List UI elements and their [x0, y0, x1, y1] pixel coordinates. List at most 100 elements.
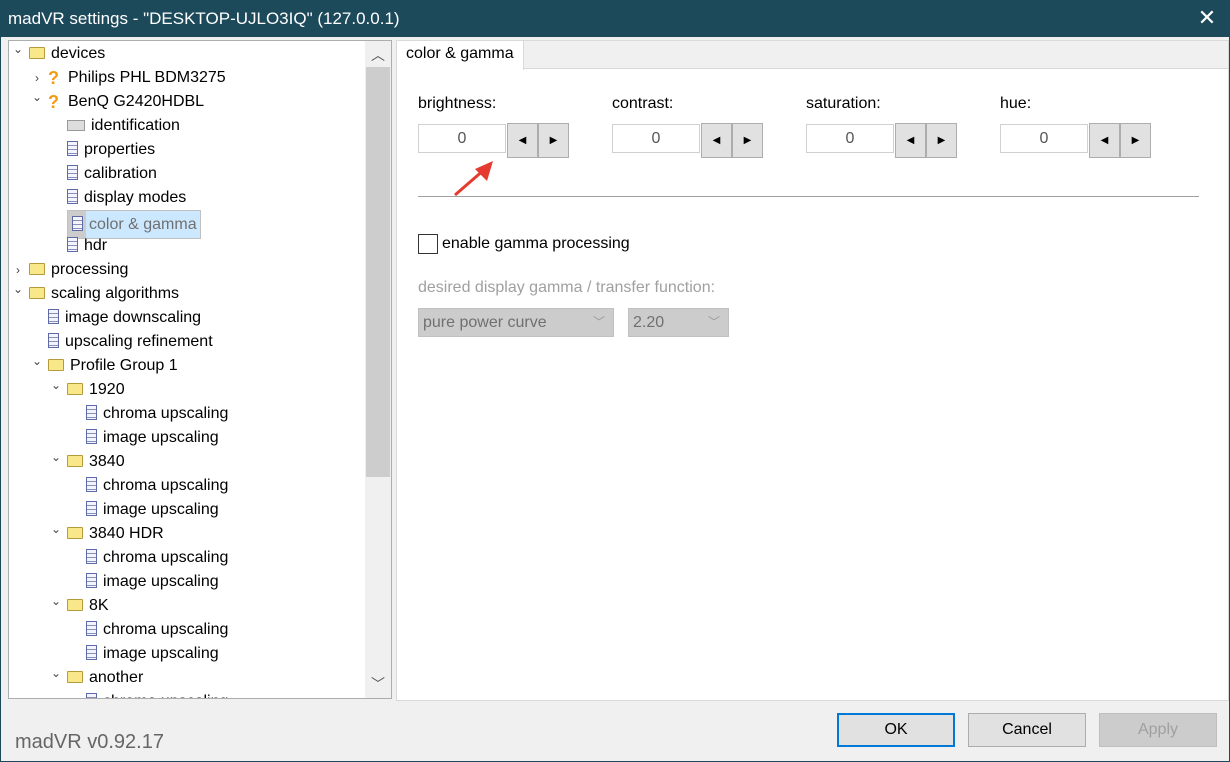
tree-item[interactable]: ⌄ Profile Group 1 — [32, 354, 181, 378]
gamma-function-label: desired display gamma / transfer functio… — [418, 279, 716, 296]
cancel-button[interactable]: Cancel — [968, 713, 1086, 747]
scroll-down-icon[interactable]: ﹀ — [365, 672, 391, 696]
tab-color-gamma[interactable]: color & gamma — [397, 41, 524, 70]
tree-item[interactable]: › processing — [16, 258, 131, 282]
curve-select-value: pure power curve — [423, 314, 547, 331]
id-card-icon — [67, 120, 85, 132]
triangle-left-icon: ◀ — [906, 135, 915, 146]
tree-item[interactable]: upscaling refinement — [48, 330, 216, 354]
tree-item-label: image upscaling — [103, 429, 219, 446]
tree-item[interactable]: hdr — [67, 234, 110, 258]
tree-item-label: hdr — [84, 237, 108, 254]
tree-item[interactable]: ⌄ scaling algorithms — [13, 282, 182, 306]
tree-item[interactable]: ›? Philips PHL BDM3275 — [35, 66, 229, 90]
page-icon — [72, 216, 83, 232]
tree-item[interactable]: chroma upscaling — [86, 618, 231, 642]
chevron-down-icon: ﹀ — [707, 315, 720, 329]
page-icon — [86, 549, 97, 565]
tree-item-label: 1920 — [89, 381, 125, 398]
tab-strip: color & gamma — [397, 41, 1228, 70]
tree-item[interactable]: chroma upscaling — [86, 402, 231, 426]
tree-item[interactable]: ⌄ 3840 — [51, 450, 128, 474]
chevron-down-icon[interactable]: ⌄ — [12, 41, 24, 61]
curve-select[interactable]: pure power curve ﹀ — [418, 308, 614, 337]
tree-item[interactable]: ⌄ devices — [13, 42, 108, 66]
increment-button[interactable]: ▶ — [1120, 123, 1151, 158]
increment-button[interactable]: ▶ — [538, 123, 569, 158]
spinner-input[interactable]: 0 — [612, 124, 700, 153]
folder-icon — [29, 262, 45, 275]
tree-item[interactable]: image upscaling — [86, 570, 222, 594]
chevron-down-icon[interactable]: ⌄ — [31, 349, 43, 373]
folder-icon — [67, 670, 83, 683]
gamma-select[interactable]: 2.20 ﹀ — [628, 308, 729, 337]
decrement-button[interactable]: ◀ — [701, 123, 732, 158]
tree-scrollbar[interactable]: ︿ ﹀ — [365, 41, 391, 698]
tree-item-label: BenQ G2420HDBL — [68, 93, 205, 111]
tree-item-label: 8K — [89, 597, 109, 614]
triangle-right-icon: ▶ — [549, 135, 558, 146]
tree-item[interactable]: calibration — [67, 162, 160, 186]
chevron-down-icon[interactable]: ⌄ — [50, 589, 62, 613]
tree-item[interactable]: display modes — [67, 186, 189, 210]
folder-icon — [67, 598, 83, 611]
folder-icon — [29, 46, 45, 59]
chevron-down-icon[interactable]: ⌄ — [50, 517, 62, 541]
spinner-label: brightness: — [418, 95, 497, 112]
tree-item-label: chroma upscaling — [103, 477, 229, 494]
close-icon[interactable]: ✕ — [1184, 0, 1230, 37]
chevron-down-icon[interactable]: ⌄ — [31, 85, 43, 109]
page-icon — [86, 477, 97, 493]
question-icon: ? — [48, 68, 59, 88]
version-label: madVR v0.92.17 — [15, 731, 164, 753]
tree-item-label: image upscaling — [103, 645, 219, 662]
apply-button[interactable]: Apply — [1099, 713, 1217, 747]
tree-item[interactable]: ⌄ another — [51, 666, 146, 690]
gamma-processing-checkbox[interactable] — [418, 234, 438, 254]
decrement-button[interactable]: ◀ — [1089, 123, 1120, 158]
tree-item[interactable]: chroma upscaling — [86, 690, 231, 698]
tree-item-label: 3840 — [89, 453, 125, 470]
chevron-down-icon[interactable]: ⌄ — [50, 373, 62, 397]
tree-item[interactable]: chroma upscaling — [86, 474, 231, 498]
tree-item[interactable]: image upscaling — [86, 498, 222, 522]
separator — [418, 196, 1199, 197]
page-icon — [67, 165, 78, 181]
chevron-down-icon[interactable]: ⌄ — [12, 277, 24, 301]
tree-item[interactable]: image upscaling — [86, 642, 222, 666]
scroll-up-icon[interactable]: ︿ — [365, 43, 391, 67]
spinner-input[interactable]: 0 — [1000, 124, 1088, 153]
spinner-input[interactable]: 0 — [806, 124, 894, 153]
tree-item[interactable]: ⌄ 8K — [51, 594, 112, 618]
folder-icon — [67, 526, 83, 539]
tree-item[interactable]: properties — [67, 138, 158, 162]
title-bar: madVR settings - "DESKTOP-UJLO3IQ" (127.… — [0, 0, 1230, 37]
tree-item[interactable]: ⌄ 3840 HDR — [51, 522, 167, 546]
tree-item-label: upscaling refinement — [65, 333, 213, 350]
scroll-thumb[interactable] — [366, 67, 390, 477]
decrement-button[interactable]: ◀ — [507, 123, 538, 158]
page-icon — [86, 573, 97, 589]
tree-item-label: 3840 HDR — [89, 525, 164, 542]
tree-item[interactable]: chroma upscaling — [86, 546, 231, 570]
tree-item-label: Profile Group 1 — [70, 357, 178, 374]
window-title: madVR settings - "DESKTOP-UJLO3IQ" (127.… — [8, 9, 400, 28]
folder-icon — [67, 454, 83, 467]
tree-item[interactable]: image upscaling — [86, 426, 222, 450]
settings-tree[interactable]: ︿ ﹀ ⌄ devices ›? Philips PHL BDM3275 ⌄? BenQ … — [8, 40, 392, 699]
decrement-button[interactable]: ◀ — [895, 123, 926, 158]
folder-icon — [48, 358, 64, 371]
page-icon — [86, 429, 97, 445]
chevron-down-icon[interactable]: ⌄ — [50, 445, 62, 469]
tree-item[interactable]: image downscaling — [48, 306, 204, 330]
tree-item[interactable]: ⌄? BenQ G2420HDBL — [32, 90, 207, 114]
tree-item-label: calibration — [84, 165, 157, 182]
spinner-input[interactable]: 0 — [418, 124, 506, 153]
increment-button[interactable]: ▶ — [926, 123, 957, 158]
tree-item[interactable]: identification — [67, 114, 183, 138]
increment-button[interactable]: ▶ — [732, 123, 763, 158]
chevron-down-icon[interactable]: ⌄ — [50, 661, 62, 685]
page-icon — [86, 501, 97, 517]
ok-button[interactable]: OK — [837, 713, 955, 747]
tree-item[interactable]: ⌄ 1920 — [51, 378, 128, 402]
